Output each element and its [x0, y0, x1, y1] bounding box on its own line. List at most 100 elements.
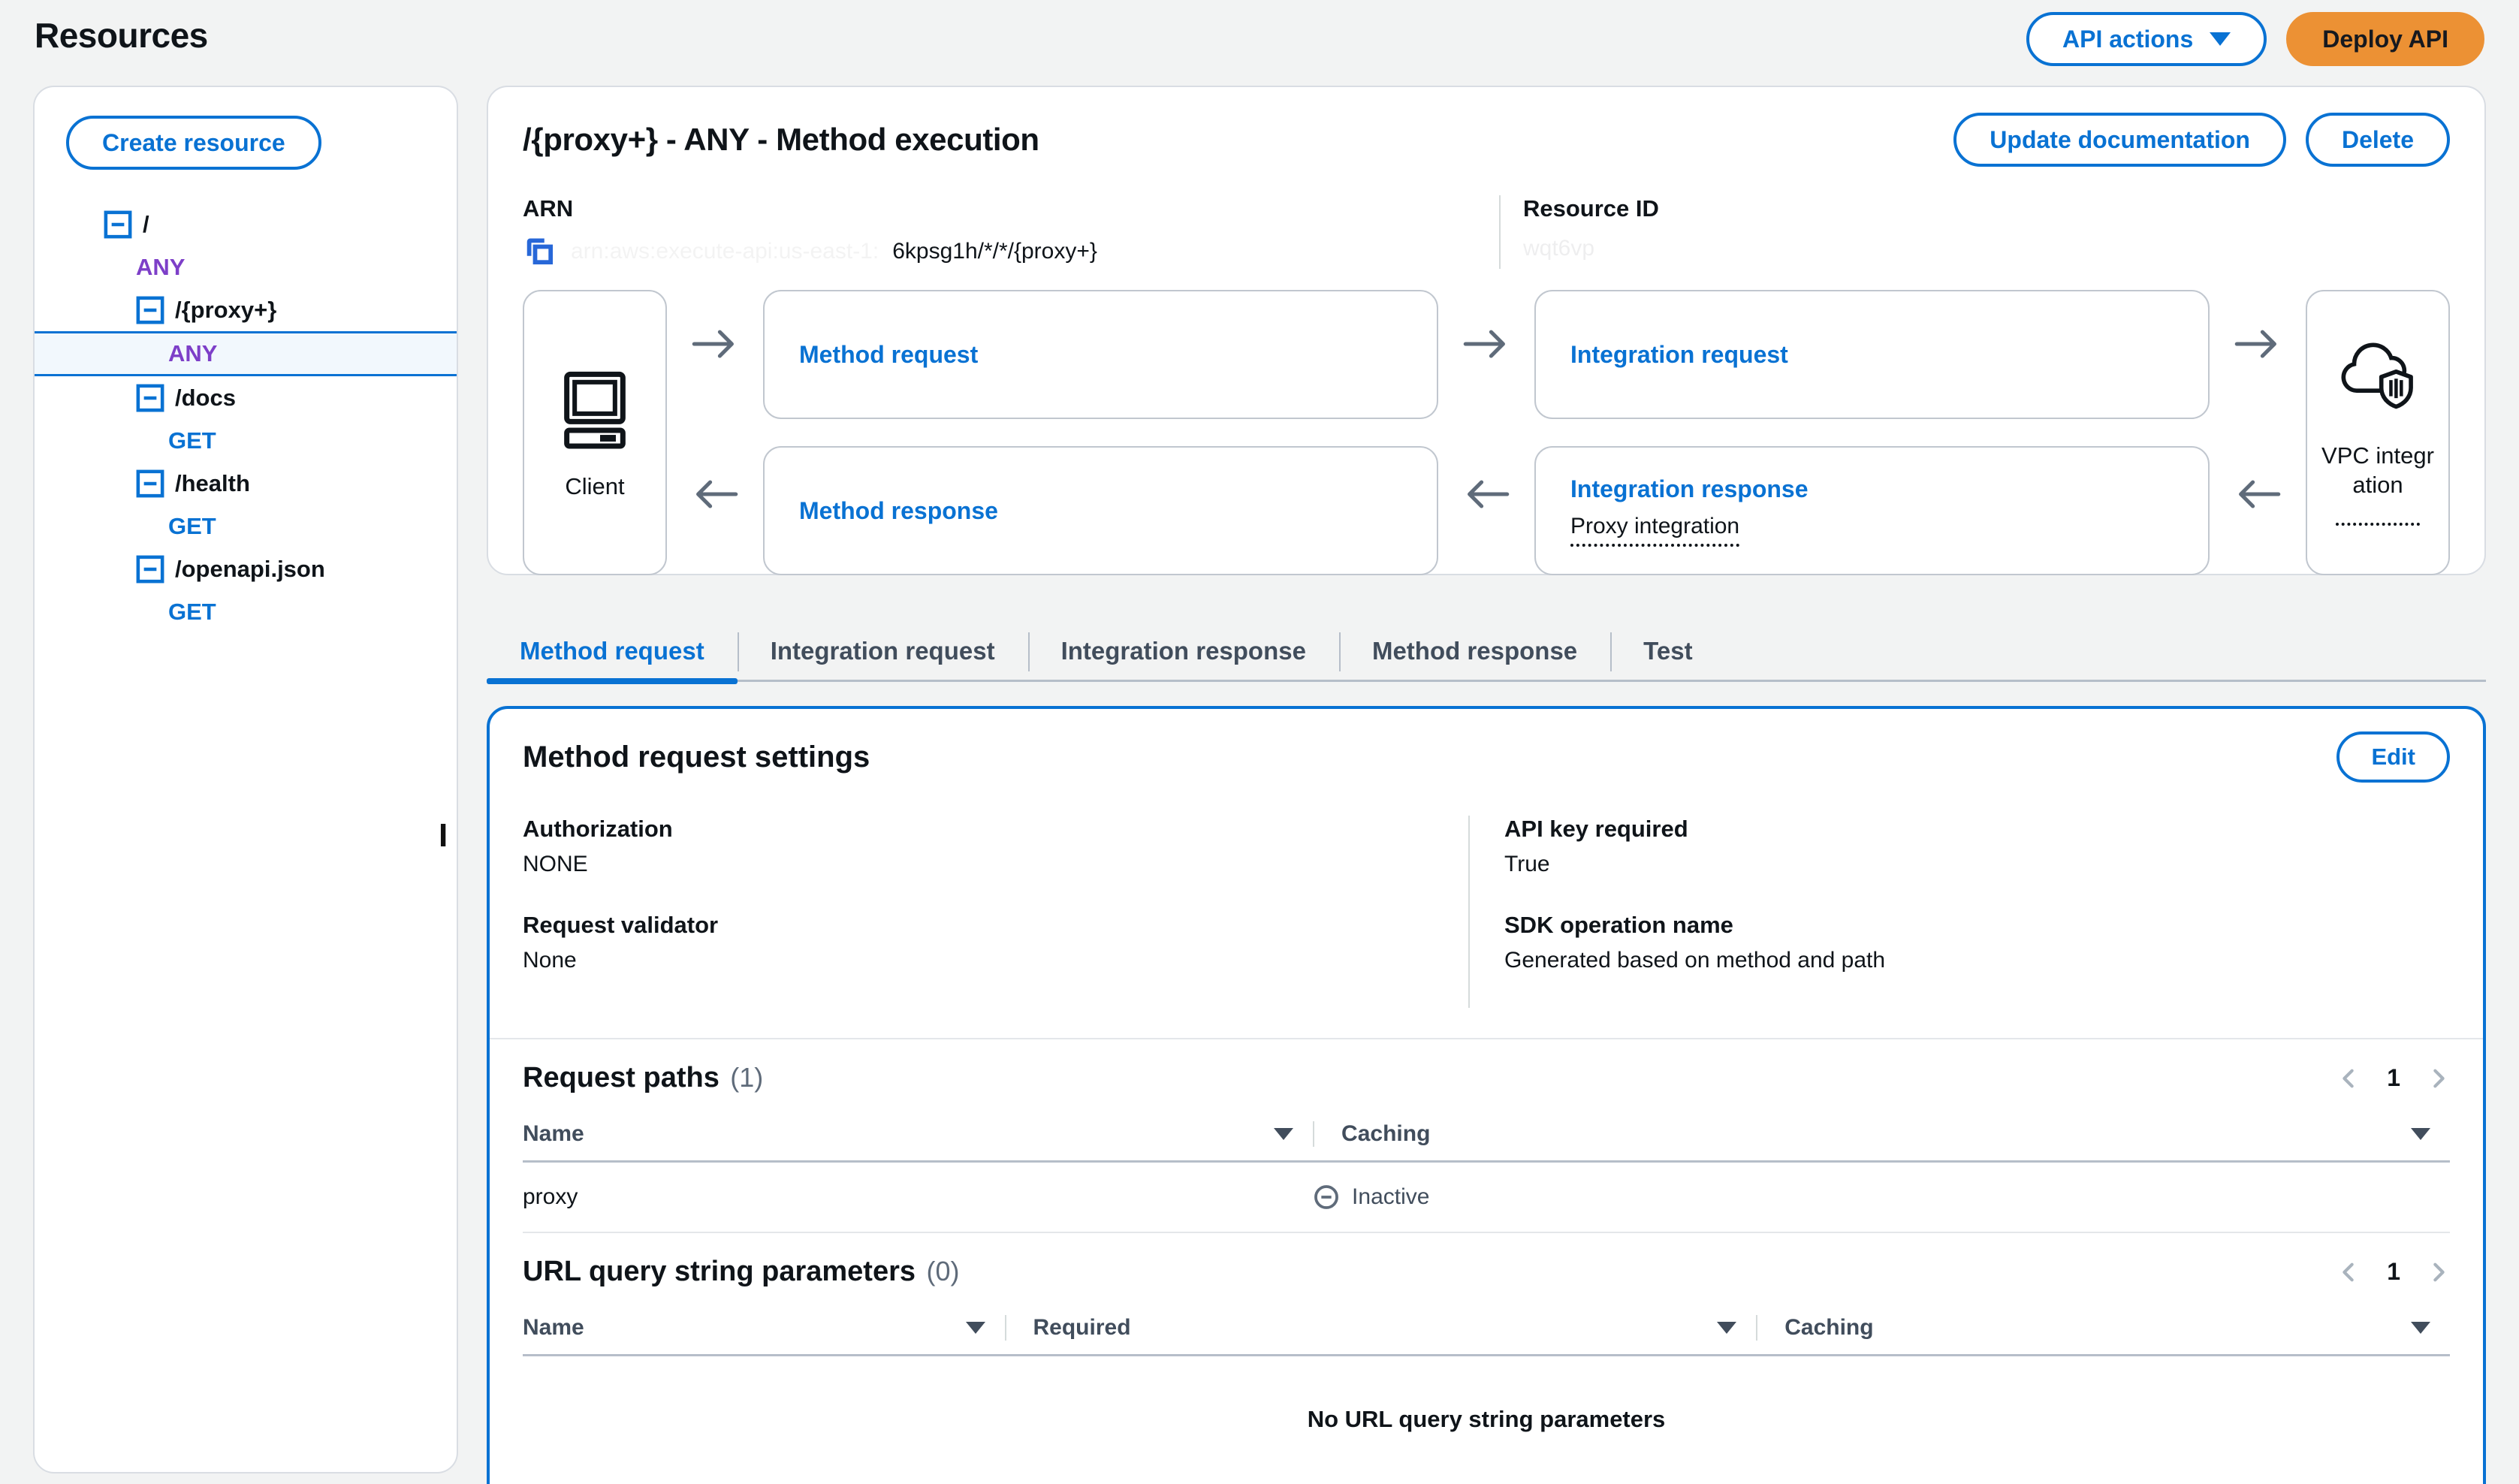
resource-label: /openapi.json	[175, 556, 325, 583]
arn-redacted-text: arn:aws:execute-api:us-east-1:	[571, 239, 879, 264]
query-params-empty-state: No URL query string parameters No URL qu…	[523, 1406, 2450, 1484]
tree-row-docs[interactable]: /docs	[35, 376, 457, 419]
page-number[interactable]: 1	[2387, 1258, 2400, 1286]
tab-label: Method response	[1372, 637, 1577, 665]
sort-caret-icon[interactable]	[1274, 1128, 1293, 1140]
tree-row-openapi-get[interactable]: GET	[35, 590, 457, 633]
collapse-minus-icon[interactable]	[136, 384, 164, 412]
tab-method-response[interactable]: Method response	[1339, 622, 1610, 680]
method-execution-title: /{proxy+} - ANY - Method execution	[523, 122, 1039, 158]
query-params-count: (0)	[926, 1256, 959, 1286]
api-actions-label: API actions	[2062, 26, 2193, 53]
delete-button[interactable]: Delete	[2306, 113, 2450, 167]
tab-method-request[interactable]: Method request	[487, 622, 738, 680]
integration-request-link[interactable]: Integration request	[1570, 341, 2208, 369]
path-name-cell: proxy	[523, 1184, 1313, 1210]
sort-caret-icon[interactable]	[966, 1322, 985, 1334]
left-arrow-icon	[1462, 475, 1510, 514]
tree-row-docs-get[interactable]: GET	[35, 419, 457, 462]
proxy-integration-label: Proxy integration	[1570, 514, 1739, 547]
left-arrow-icon	[691, 475, 739, 514]
method-request-link[interactable]: Method request	[799, 341, 1437, 369]
edit-button[interactable]: Edit	[2336, 731, 2450, 783]
tab-label: Integration request	[771, 637, 995, 665]
column-header: Name	[523, 1315, 584, 1341]
field-value: None	[523, 948, 1468, 973]
collapse-minus-icon[interactable]	[104, 210, 132, 239]
left-arrow-icon	[2234, 475, 2282, 514]
chevron-left-icon[interactable]	[2337, 1261, 2360, 1283]
copy-icon[interactable]	[523, 234, 557, 269]
resource-label: /health	[175, 470, 250, 497]
query-params-title: URL query string parameters	[523, 1256, 916, 1287]
chevron-right-icon[interactable]	[2427, 1067, 2450, 1090]
tree-row-method-any[interactable]: ANY	[35, 246, 457, 288]
resource-label: /{proxy+}	[175, 297, 276, 324]
settings-fields: Authorization NONE Request validator Non…	[490, 816, 2483, 1008]
vpc-integration-node: VPC integration	[2306, 290, 2450, 575]
method-response-link[interactable]: Method response	[799, 497, 1437, 525]
collapse-minus-icon[interactable]	[136, 555, 164, 584]
page-number[interactable]: 1	[2387, 1064, 2400, 1092]
tab-label: Method request	[520, 637, 704, 665]
right-arrow-icon	[1462, 324, 1510, 363]
chevron-right-icon[interactable]	[2427, 1261, 2450, 1283]
resource-id-label: Resource ID	[1523, 195, 2450, 222]
tree-row-health[interactable]: /health	[35, 462, 457, 505]
vpc-dotted-underline	[2336, 523, 2420, 526]
method-column: Method request Method response	[763, 290, 1438, 575]
query-params-pagination: 1	[2337, 1258, 2450, 1286]
integration-vpc-arrows	[2210, 290, 2306, 575]
integration-response-link[interactable]: Integration response	[1570, 475, 2208, 503]
method-label: ANY	[168, 340, 217, 367]
api-actions-button[interactable]: API actions	[2026, 12, 2267, 66]
arn-visible-text: 6kpsg1h/*/*/{proxy+}	[892, 239, 1097, 264]
deploy-api-label: Deploy API	[2322, 26, 2448, 53]
empty-state-title: No URL query string parameters	[523, 1406, 2450, 1433]
query-params-header-row: Name Required Caching	[523, 1315, 2450, 1356]
right-arrow-icon	[691, 324, 739, 363]
field-label: Authorization	[523, 816, 1468, 843]
method-label: ANY	[136, 254, 185, 281]
request-path-row[interactable]: proxy Inactive	[523, 1163, 2450, 1233]
field-label: SDK operation name	[1504, 912, 2450, 939]
update-documentation-button[interactable]: Update documentation	[1953, 113, 2286, 167]
vpc-integration-icon	[2333, 339, 2423, 422]
tab-integration-request[interactable]: Integration request	[738, 622, 1028, 680]
sort-caret-icon[interactable]	[2411, 1322, 2430, 1334]
resource-id-redacted-value: wqt6vp	[1523, 236, 2450, 261]
method-label: GET	[168, 427, 216, 454]
tree-row-health-get[interactable]: GET	[35, 505, 457, 547]
inactive-minus-circle-icon	[1313, 1184, 1340, 1211]
text-cursor-artifact: I	[439, 817, 448, 855]
page-title: Resources	[35, 15, 208, 56]
create-resource-button[interactable]: Create resource	[66, 116, 321, 170]
delete-label: Delete	[2342, 126, 2414, 154]
header-actions: API actions Deploy API	[2026, 12, 2484, 66]
arn-label: ARN	[523, 195, 1499, 222]
create-resource-label: Create resource	[102, 129, 285, 157]
settings-title: Method request settings	[523, 740, 870, 774]
caching-cell: Inactive	[1313, 1184, 1429, 1211]
request-paths-count: (1)	[730, 1062, 763, 1093]
method-request-settings-card: Method request settings Edit Authorizati…	[487, 706, 2486, 1484]
field-label: Request validator	[523, 912, 1468, 939]
right-arrow-icon	[2234, 324, 2282, 363]
deploy-api-button[interactable]: Deploy API	[2286, 12, 2484, 66]
sort-caret-icon[interactable]	[1717, 1322, 1736, 1334]
chevron-left-icon[interactable]	[2337, 1067, 2360, 1090]
update-documentation-label: Update documentation	[1990, 126, 2250, 154]
collapse-minus-icon[interactable]	[136, 296, 164, 324]
request-paths-section: Request paths (1) 1 Name Caching	[490, 1039, 2483, 1233]
tab-integration-response[interactable]: Integration response	[1028, 622, 1339, 680]
sort-caret-icon[interactable]	[2411, 1128, 2430, 1140]
resource-label: /	[143, 211, 149, 238]
tree-row-proxy-any-selected[interactable]: ANY	[35, 331, 457, 376]
resource-tree: / ANY /{proxy+} ANY /docs GET /health	[35, 203, 457, 633]
method-execution-diagram: Client Method request Method response	[523, 290, 2450, 575]
tree-row-root[interactable]: /	[35, 203, 457, 246]
collapse-minus-icon[interactable]	[136, 469, 164, 498]
tab-test[interactable]: Test	[1610, 622, 1725, 680]
tree-row-proxy[interactable]: /{proxy+}	[35, 288, 457, 331]
tree-row-openapi[interactable]: /openapi.json	[35, 547, 457, 590]
